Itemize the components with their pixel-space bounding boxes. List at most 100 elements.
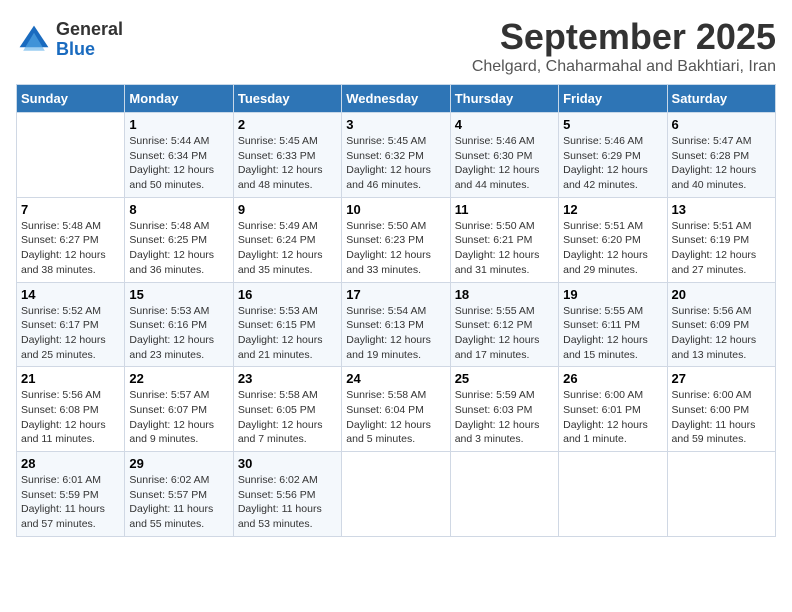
day-info: Sunrise: 5:45 AM Sunset: 6:33 PM Dayligh… [238, 134, 337, 193]
day-info: Sunrise: 5:51 AM Sunset: 6:19 PM Dayligh… [672, 219, 771, 278]
day-number: 30 [238, 456, 337, 471]
calendar-cell: 13Sunrise: 5:51 AM Sunset: 6:19 PM Dayli… [667, 197, 775, 282]
day-number: 29 [129, 456, 228, 471]
calendar-cell [450, 452, 558, 537]
day-info: Sunrise: 5:46 AM Sunset: 6:30 PM Dayligh… [455, 134, 554, 193]
day-info: Sunrise: 5:50 AM Sunset: 6:21 PM Dayligh… [455, 219, 554, 278]
calendar-cell: 26 Sunrise: 6:00 AM Sunset: 6:01 PM Dayli… [559, 367, 667, 452]
calendar-cell: 10Sunrise: 5:50 AM Sunset: 6:23 PM Dayli… [342, 197, 450, 282]
day-number: 3 [346, 117, 445, 132]
day-number: 18 [455, 287, 554, 302]
day-info: Sunrise: 6:02 AM Sunset: 5:57 PM Dayligh… [129, 473, 228, 532]
day-info: Sunrise: 5:53 AM Sunset: 6:16 PM Dayligh… [129, 304, 228, 363]
logo: General Blue [16, 20, 123, 60]
calendar-week-row: 28 Sunrise: 6:01 AM Sunset: 5:59 PM Dayli… [17, 452, 776, 537]
day-info: Sunrise: 5:57 AM Sunset: 6:07 PM Dayligh… [129, 388, 228, 447]
day-info: Sunrise: 5:52 AM Sunset: 6:17 PM Dayligh… [21, 304, 120, 363]
calendar-week-row: 21 Sunrise: 5:56 AM Sunset: 6:08 PM Dayli… [17, 367, 776, 452]
logo-blue: Blue [56, 40, 123, 60]
weekday-header: Saturday [667, 85, 775, 113]
day-info: Sunrise: 5:49 AM Sunset: 6:24 PM Dayligh… [238, 219, 337, 278]
day-info: Sunrise: 5:58 AM Sunset: 6:04 PM Dayligh… [346, 388, 445, 447]
calendar-week-row: 1 Sunrise: 5:44 AM Sunset: 6:34 PM Daylig… [17, 113, 776, 198]
calendar-cell: 2Sunrise: 5:45 AM Sunset: 6:33 PM Daylig… [233, 113, 341, 198]
calendar-cell: 12 Sunrise: 5:51 AM Sunset: 6:20 PM Dayli… [559, 197, 667, 282]
weekday-header: Sunday [17, 85, 125, 113]
day-info: Sunrise: 5:59 AM Sunset: 6:03 PM Dayligh… [455, 388, 554, 447]
calendar-cell [17, 113, 125, 198]
day-number: 1 [129, 117, 228, 132]
calendar-cell: 15Sunrise: 5:53 AM Sunset: 6:16 PM Dayli… [125, 282, 233, 367]
weekday-header: Tuesday [233, 85, 341, 113]
calendar-cell: 8 Sunrise: 5:48 AM Sunset: 6:25 PM Daylig… [125, 197, 233, 282]
day-number: 28 [21, 456, 120, 471]
calendar-cell: 17Sunrise: 5:54 AM Sunset: 6:13 PM Dayli… [342, 282, 450, 367]
calendar-cell: 1 Sunrise: 5:44 AM Sunset: 6:34 PM Daylig… [125, 113, 233, 198]
day-info: Sunrise: 5:51 AM Sunset: 6:20 PM Dayligh… [563, 219, 662, 278]
day-info: Sunrise: 5:47 AM Sunset: 6:28 PM Dayligh… [672, 134, 771, 193]
day-info: Sunrise: 5:48 AM Sunset: 6:27 PM Dayligh… [21, 219, 120, 278]
day-number: 14 [21, 287, 120, 302]
calendar-cell: 7 Sunrise: 5:48 AM Sunset: 6:27 PM Daylig… [17, 197, 125, 282]
calendar-cell: 18 Sunrise: 5:55 AM Sunset: 6:12 PM Dayli… [450, 282, 558, 367]
day-info: Sunrise: 5:55 AM Sunset: 6:11 PM Dayligh… [563, 304, 662, 363]
calendar-cell: 11 Sunrise: 5:50 AM Sunset: 6:21 PM Dayli… [450, 197, 558, 282]
day-number: 8 [129, 202, 228, 217]
logo-general: General [56, 20, 123, 40]
weekday-header-row: SundayMondayTuesdayWednesdayThursdayFrid… [17, 85, 776, 113]
day-info: Sunrise: 6:00 AM Sunset: 6:00 PM Dayligh… [672, 388, 771, 447]
logo-text: General Blue [56, 20, 123, 60]
day-info: Sunrise: 5:56 AM Sunset: 6:08 PM Dayligh… [21, 388, 120, 447]
day-info: Sunrise: 6:00 AM Sunset: 6:01 PM Dayligh… [563, 388, 662, 447]
day-number: 4 [455, 117, 554, 132]
calendar-cell [559, 452, 667, 537]
day-number: 10 [346, 202, 445, 217]
day-number: 7 [21, 202, 120, 217]
calendar-cell: 24 Sunrise: 5:58 AM Sunset: 6:04 PM Dayli… [342, 367, 450, 452]
calendar-cell: 4 Sunrise: 5:46 AM Sunset: 6:30 PM Daylig… [450, 113, 558, 198]
calendar-cell: 21 Sunrise: 5:56 AM Sunset: 6:08 PM Dayli… [17, 367, 125, 452]
day-info: Sunrise: 5:58 AM Sunset: 6:05 PM Dayligh… [238, 388, 337, 447]
day-number: 24 [346, 371, 445, 386]
location-title: Chelgard, Chaharmahal and Bakhtiari, Ira… [472, 58, 776, 76]
day-number: 12 [563, 202, 662, 217]
day-info: Sunrise: 5:56 AM Sunset: 6:09 PM Dayligh… [672, 304, 771, 363]
calendar-cell: 14 Sunrise: 5:52 AM Sunset: 6:17 PM Dayli… [17, 282, 125, 367]
calendar-week-row: 14 Sunrise: 5:52 AM Sunset: 6:17 PM Dayli… [17, 282, 776, 367]
day-number: 22 [129, 371, 228, 386]
calendar-cell: 28 Sunrise: 6:01 AM Sunset: 5:59 PM Dayli… [17, 452, 125, 537]
day-number: 26 [563, 371, 662, 386]
calendar-cell: 16 Sunrise: 5:53 AM Sunset: 6:15 PM Dayli… [233, 282, 341, 367]
month-title: September 2025 [472, 16, 776, 58]
calendar-week-row: 7 Sunrise: 5:48 AM Sunset: 6:27 PM Daylig… [17, 197, 776, 282]
day-info: Sunrise: 5:44 AM Sunset: 6:34 PM Dayligh… [129, 134, 228, 193]
calendar-cell: 29 Sunrise: 6:02 AM Sunset: 5:57 PM Dayli… [125, 452, 233, 537]
day-info: Sunrise: 5:55 AM Sunset: 6:12 PM Dayligh… [455, 304, 554, 363]
calendar-cell: 23 Sunrise: 5:58 AM Sunset: 6:05 PM Dayli… [233, 367, 341, 452]
day-number: 25 [455, 371, 554, 386]
calendar-cell: 5Sunrise: 5:46 AM Sunset: 6:29 PM Daylig… [559, 113, 667, 198]
calendar-cell [342, 452, 450, 537]
day-info: Sunrise: 6:01 AM Sunset: 5:59 PM Dayligh… [21, 473, 120, 532]
title-block: September 2025 Chelgard, Chaharmahal and… [472, 16, 776, 76]
logo-icon [16, 22, 52, 58]
day-info: Sunrise: 5:54 AM Sunset: 6:13 PM Dayligh… [346, 304, 445, 363]
calendar-cell: 19Sunrise: 5:55 AM Sunset: 6:11 PM Dayli… [559, 282, 667, 367]
day-info: Sunrise: 5:48 AM Sunset: 6:25 PM Dayligh… [129, 219, 228, 278]
day-number: 5 [563, 117, 662, 132]
calendar-table: SundayMondayTuesdayWednesdayThursdayFrid… [16, 84, 776, 537]
day-number: 23 [238, 371, 337, 386]
day-number: 6 [672, 117, 771, 132]
calendar-cell: 22 Sunrise: 5:57 AM Sunset: 6:07 PM Dayli… [125, 367, 233, 452]
day-number: 21 [21, 371, 120, 386]
weekday-header: Friday [559, 85, 667, 113]
day-number: 16 [238, 287, 337, 302]
day-info: Sunrise: 6:02 AM Sunset: 5:56 PM Dayligh… [238, 473, 337, 532]
day-info: Sunrise: 5:53 AM Sunset: 6:15 PM Dayligh… [238, 304, 337, 363]
weekday-header: Monday [125, 85, 233, 113]
calendar-cell: 3Sunrise: 5:45 AM Sunset: 6:32 PM Daylig… [342, 113, 450, 198]
calendar-cell: 9Sunrise: 5:49 AM Sunset: 6:24 PM Daylig… [233, 197, 341, 282]
weekday-header: Wednesday [342, 85, 450, 113]
day-number: 11 [455, 202, 554, 217]
calendar-cell: 20Sunrise: 5:56 AM Sunset: 6:09 PM Dayli… [667, 282, 775, 367]
